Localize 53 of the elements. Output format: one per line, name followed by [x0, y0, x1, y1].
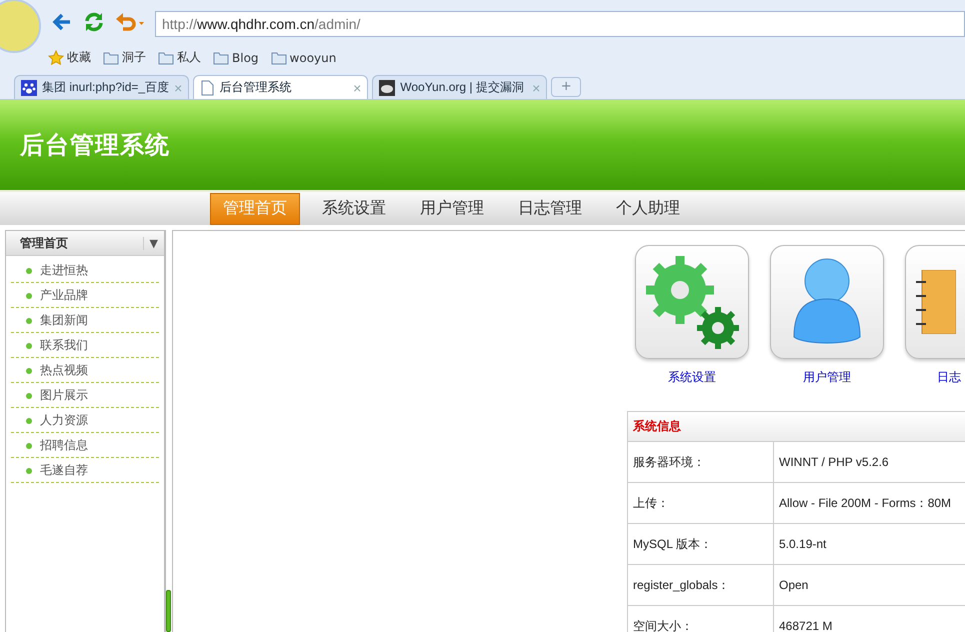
- bookmark-item[interactable]: 洞子: [103, 49, 146, 66]
- nav-item[interactable]: 系统设置: [310, 192, 398, 224]
- sidebar-item[interactable]: 毛遂自荐: [11, 459, 159, 483]
- sidebar-item[interactable]: 集团新闻: [11, 309, 159, 333]
- table-cell: MySQL 版本：: [628, 524, 774, 564]
- bookmark-item[interactable]: 收藏: [48, 49, 91, 66]
- folder-icon: [158, 50, 174, 65]
- nav-item[interactable]: 日志管理: [506, 192, 594, 224]
- shortcut-label[interactable]: 系统设置: [668, 369, 716, 386]
- bookmark-item[interactable]: wooyun: [270, 50, 336, 65]
- table-cell: 空间大小：: [628, 606, 774, 632]
- paw-icon: [21, 80, 37, 96]
- folder-icon: [213, 50, 229, 65]
- folder-icon: [270, 50, 287, 65]
- sidebar-item[interactable]: 招聘信息: [11, 434, 159, 458]
- refresh-icon[interactable]: [83, 11, 105, 33]
- nav-item[interactable]: 用户管理: [408, 192, 496, 224]
- table-cell-text: Open: [778, 577, 810, 594]
- shortcut-tile[interactable]: [635, 245, 749, 359]
- table-cell: 服务器环境：: [628, 442, 774, 482]
- shortcut-label[interactable]: 用户管理: [803, 369, 851, 386]
- undo-icon[interactable]: [115, 11, 145, 33]
- sidebar-item[interactable]: 产业品牌: [11, 284, 159, 308]
- star-icon: [48, 50, 64, 66]
- browser-tab[interactable]: 集团 inurl:php?id=_百度 ×: [14, 75, 190, 99]
- bookmark-item[interactable]: 私人: [158, 49, 201, 66]
- bookmark-item[interactable]: Blog: [213, 50, 259, 65]
- table-cell-text: WINNT / PHP v5.2.6: [778, 454, 890, 471]
- sidebar-item[interactable]: 人力资源: [11, 409, 159, 433]
- collapse-handle[interactable]: [166, 590, 171, 632]
- sidebar-item[interactable]: 图片展示: [11, 384, 159, 408]
- sidebar-item[interactable]: 走进恒热: [11, 259, 159, 283]
- sidebar-title: 管理首页: [19, 234, 68, 252]
- table-cell: register_globals：: [628, 565, 774, 605]
- sidebar-item[interactable]: 热点视频: [11, 359, 159, 383]
- address-field[interactable]: http://www.qhdhr.com.cn/admin/: [155, 11, 965, 37]
- site-title: 后台管理系统: [20, 130, 170, 161]
- table-cell-text: 468721 M: [778, 618, 834, 632]
- folder-icon: [103, 50, 119, 65]
- page-icon: [200, 80, 214, 96]
- shortcut-label[interactable]: 日志: [905, 369, 961, 386]
- browser-tab[interactable]: WooYun.org | 提交漏洞 ×: [372, 75, 548, 99]
- shortcut-tile[interactable]: [770, 245, 884, 359]
- browser-tab[interactable]: 后台管理系统 ×: [193, 75, 368, 99]
- table-cell-text: 5.0.19-nt: [778, 536, 828, 553]
- notebook-icon: [916, 270, 956, 334]
- sidebar-item[interactable]: 联系我们: [11, 334, 159, 358]
- back-icon[interactable]: [51, 11, 73, 33]
- table-cell-text: Allow - File 200M - Forms：80M: [778, 494, 952, 512]
- cloud-logo-icon: [379, 80, 396, 96]
- table-cell: 上传：: [628, 483, 774, 523]
- nav-item[interactable]: 个人助理: [604, 192, 692, 224]
- collapse-toggle[interactable]: ▼: [142, 236, 164, 250]
